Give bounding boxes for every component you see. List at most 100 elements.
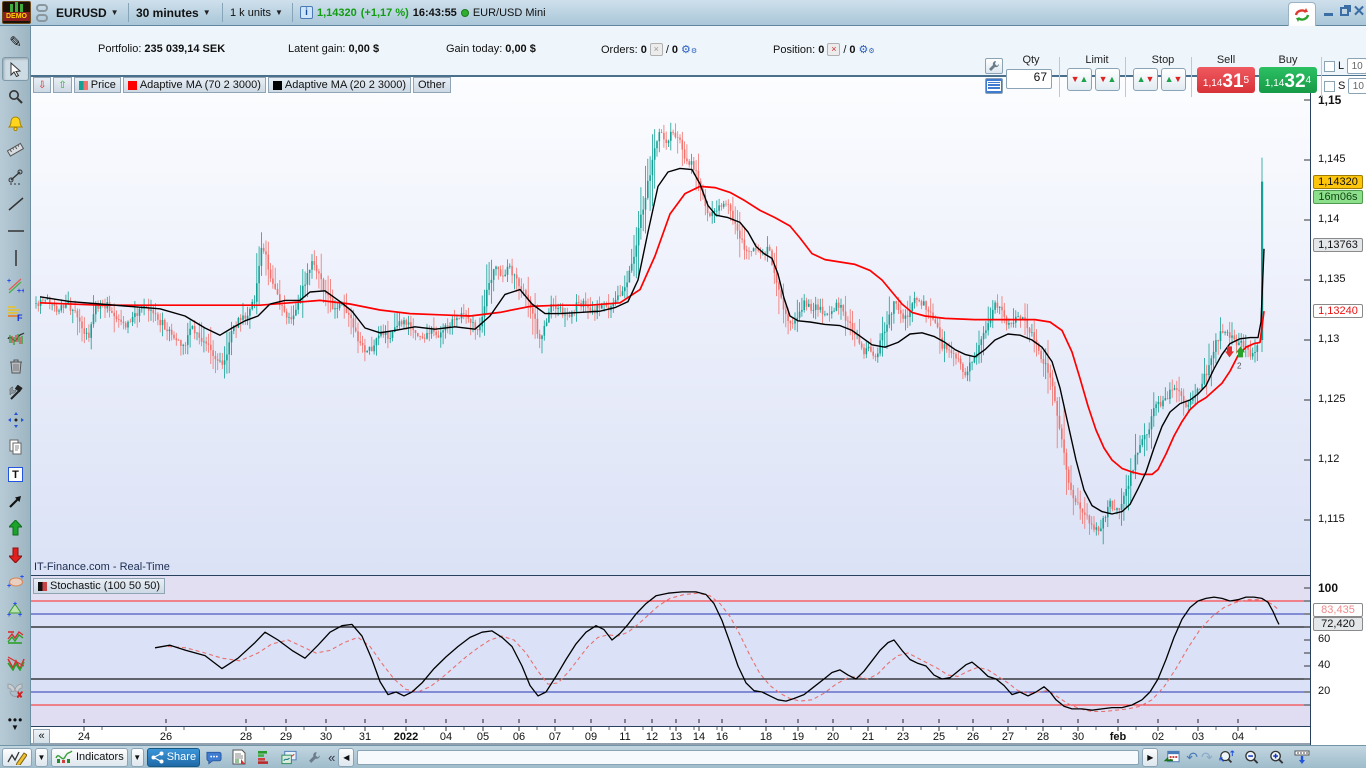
other-chip[interactable]: Other (413, 77, 451, 93)
arrow-down-icon: ▼ (1173, 74, 1183, 84)
indicators-button[interactable]: Indicators (51, 747, 128, 767)
text-tool[interactable]: T (2, 462, 29, 486)
sync-button[interactable] (1288, 2, 1316, 26)
horizontal-line-tool[interactable] (2, 219, 29, 243)
stop-order-edit-button[interactable]: ▲▼ (1161, 68, 1186, 91)
redo-button[interactable]: ↷ (1201, 749, 1213, 766)
more-tools-button[interactable]: ••• ▼ (2, 712, 29, 736)
fibonacci-tool[interactable]: + ++ (2, 273, 29, 297)
move-tool[interactable] (2, 408, 29, 432)
limit-order-button[interactable]: ▼▲ (1067, 68, 1092, 91)
ma20-chip[interactable]: Adaptive MA (20 2 3000) (267, 77, 411, 93)
info-icon[interactable]: i (300, 6, 313, 19)
new-chart-window-button[interactable] (278, 748, 300, 767)
short-pips-input[interactable]: 10 (1348, 78, 1366, 94)
position-settings-icon[interactable]: ⚙⚙ (859, 43, 875, 56)
chat-button[interactable] (203, 748, 225, 767)
price-chart-svg[interactable]: 24 26 28 29 30 31 2022 04 05 06 07 09 11 12 13 14 16 18 19… (31, 76, 1310, 745)
instrument-label: EURUSD (56, 5, 107, 20)
chart-windows-icon (281, 750, 297, 764)
arrow-tool[interactable] (2, 489, 29, 513)
zigzag-tool[interactable] (2, 624, 29, 648)
long-pips-input[interactable]: 10 (1347, 58, 1366, 74)
horizontal-line-icon (7, 230, 24, 232)
add-down-indicator-button[interactable]: ⇩ (33, 77, 52, 93)
alert-tool[interactable] (2, 111, 29, 135)
add-up-indicator-button[interactable]: ⇧ (53, 77, 72, 93)
platform-settings-button[interactable] (303, 748, 325, 767)
indicators-dropdown[interactable]: ▼ (130, 747, 144, 767)
watermark: IT-Finance.com - Real-Time (34, 561, 170, 573)
timeframe-selector[interactable]: 30 minutes ▼ (136, 0, 211, 25)
sell-label: Sell (1216, 54, 1236, 66)
svg-text:+: + (13, 601, 17, 608)
units-selector[interactable]: 1 k units ▼ (230, 0, 283, 25)
zoom-fit-button[interactable] (1216, 748, 1238, 767)
instrument-selector[interactable]: EURUSD ▼ (56, 0, 119, 25)
down-arrow-tool[interactable] (2, 543, 29, 567)
link-workspace-buttons[interactable] (36, 0, 48, 25)
cycle-lines-tool[interactable] (2, 327, 29, 351)
orders-settings-icon[interactable]: ⚙⚙ (681, 43, 697, 56)
price-chip[interactable]: Price (73, 77, 121, 93)
goto-date-button[interactable] (1161, 748, 1183, 767)
gauge-tool-disabled[interactable]: ✘ (2, 678, 29, 702)
svg-text:02: 02 (1152, 731, 1164, 743)
stochastic-chip[interactable]: Stochastic (100 50 50) (33, 578, 166, 594)
news-button[interactable] (228, 748, 250, 767)
ruler-tool[interactable] (2, 138, 29, 162)
up-arrow-tool[interactable] (2, 516, 29, 540)
draw-tool-button[interactable] (2, 747, 32, 767)
order-settings-button[interactable] (985, 58, 1003, 74)
ma70-chip[interactable]: Adaptive MA (70 2 3000) (122, 77, 266, 93)
retracement-levels-icon: F (8, 305, 23, 321)
red-square-icon (127, 80, 137, 90)
cancel-orders-button[interactable]: × (649, 43, 663, 56)
qty-input[interactable]: 67 (1006, 69, 1052, 89)
sell-button[interactable]: 1,14 31 5 (1197, 67, 1255, 93)
black-square-icon (272, 80, 282, 90)
long-checkbox[interactable] (1324, 60, 1335, 72)
zoom-in-button[interactable] (1266, 748, 1288, 767)
scroll-history-button[interactable]: « (33, 729, 50, 744)
columns-button[interactable] (1291, 748, 1313, 767)
buy-button[interactable]: 1,14 32 4 (1259, 67, 1317, 93)
limit-order-edit-button[interactable]: ▼▲ (1095, 68, 1120, 91)
close-position-button[interactable]: × (827, 43, 841, 56)
scroll-left-button[interactable]: ◀ (338, 747, 355, 767)
segment-tool[interactable] (2, 165, 29, 189)
share-button[interactable]: Share (146, 747, 201, 767)
indicators-icon (55, 750, 73, 763)
minimize-button[interactable] (1320, 5, 1336, 20)
delete-tool[interactable] (2, 354, 29, 378)
price-tick-label: 1,135 (1318, 273, 1346, 285)
price-axis[interactable]: 1,15 1,145 1,14 1,135 1,13 1,125 1,12 1,115 100 6… (1310, 76, 1366, 745)
draw-pencil-tool[interactable]: ✎ (2, 30, 29, 54)
fibonacci-levels-tool[interactable]: F (2, 300, 29, 324)
collapse-left-icon[interactable]: « (328, 750, 335, 765)
keyboard-trading-button[interactable] (985, 78, 1003, 94)
close-button[interactable]: ✕ (1351, 4, 1366, 20)
vertical-line-tool[interactable] (2, 246, 29, 270)
scroll-right-button[interactable]: ▶ (1142, 747, 1159, 767)
zoom-tool[interactable] (2, 84, 29, 108)
chart-area[interactable]: 24 26 28 29 30 31 2022 04 05 06 07 09 11 12 13 14 16 18 19… (31, 76, 1310, 745)
short-checkbox[interactable] (1324, 80, 1335, 92)
undo-button[interactable]: ↶ (1186, 749, 1198, 766)
objects-settings-tool[interactable] (2, 381, 29, 405)
draw-tool-dropdown[interactable]: ▼ (35, 747, 48, 767)
market-depth-button[interactable] (253, 748, 275, 767)
svg-text:+: + (18, 612, 22, 617)
restore-button[interactable] (1336, 5, 1352, 20)
chart-hscrollbar[interactable] (357, 749, 1140, 765)
triangle-tool[interactable]: + + + (2, 597, 29, 621)
trend-line-tool[interactable] (2, 192, 29, 216)
elliott-wave-tool[interactable] (2, 651, 29, 675)
stop-order-button[interactable]: ▲▼ (1133, 68, 1158, 91)
zoom-out-button[interactable] (1241, 748, 1263, 767)
red-arrow-doc-icon: ⇩ (38, 79, 47, 91)
ellipse-tool[interactable]: + + (2, 570, 29, 594)
cursor-tool[interactable] (2, 57, 29, 81)
position-count: 0 (818, 43, 825, 56)
copy-tool[interactable] (2, 435, 29, 459)
